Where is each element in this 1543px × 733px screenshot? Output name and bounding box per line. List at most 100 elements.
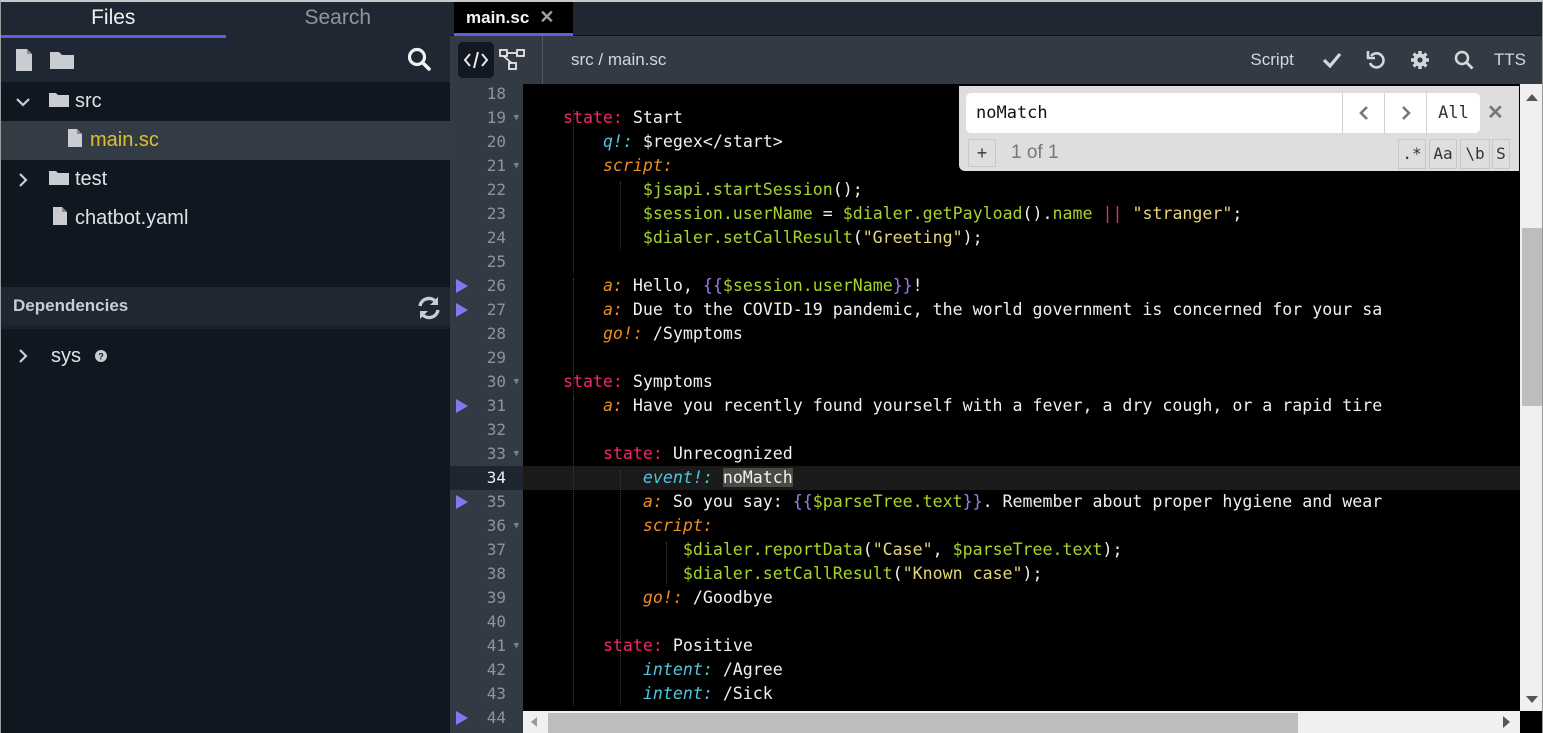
scroll-up-arrow-icon[interactable]: [1526, 94, 1538, 101]
script-mode-button[interactable]: Script: [1250, 50, 1293, 70]
fold-toggle-icon[interactable]: ▼: [514, 154, 519, 178]
code-token: a:: [602, 300, 623, 319]
dependency-item-sys[interactable]: sys ?: [1, 336, 450, 376]
line-number-text: 30: [486, 372, 506, 391]
refresh-icon[interactable]: [416, 295, 442, 326]
graph-view-button[interactable]: [494, 42, 530, 78]
case-sensitive-option[interactable]: Aa: [1429, 139, 1457, 169]
regex-option[interactable]: .*: [1398, 139, 1426, 169]
line-number-gutter: 18 19 ▼ 20 21 ▼ 22 23 24 25 26 27 28 29 30 ▼ 31 32 33 ▼ 34 35…: [450, 84, 523, 733]
tab-files[interactable]: Files: [1, 2, 226, 38]
code-token: $regex</start>: [632, 132, 783, 151]
fold-toggle-icon[interactable]: ▼: [514, 442, 519, 466]
code-line: state: Unrecognized: [523, 442, 1520, 466]
tree-item-src[interactable]: src: [1, 82, 450, 121]
toggle-replace-button[interactable]: +: [968, 139, 996, 167]
file-tree: src main.sc test chatbot.yaml: [1, 82, 450, 238]
search-icon[interactable]: [1442, 36, 1486, 84]
play-icon[interactable]: [456, 303, 468, 317]
code-token: Due to the COVID-19 pandemic, the world …: [622, 300, 1383, 319]
play-icon[interactable]: [456, 711, 468, 725]
toolbar-divider: [542, 36, 543, 84]
fold-toggle-icon[interactable]: ▼: [514, 514, 519, 538]
find-input[interactable]: [966, 93, 1342, 133]
code-line: state: Positive: [523, 634, 1520, 658]
tree-item-main-sc[interactable]: main.sc: [1, 121, 450, 160]
code-token: $dialer.reportData: [682, 540, 863, 559]
scroll-left-arrow-icon[interactable]: [531, 717, 537, 727]
find-all-button[interactable]: All: [1426, 93, 1480, 133]
gear-icon[interactable]: [1398, 36, 1442, 84]
close-find-icon[interactable]: ✕: [1487, 100, 1504, 125]
scrollbar-corner: [1520, 711, 1542, 733]
tts-button[interactable]: TTS: [1494, 50, 1526, 70]
code-token: (: [892, 564, 903, 583]
editor-area: main.sc ✕ src / main.sc Script TTS 18 19…: [450, 2, 1542, 733]
line-number: 31: [450, 394, 523, 418]
code-token: ().: [1022, 204, 1053, 223]
close-tab-icon[interactable]: ✕: [539, 7, 554, 28]
scroll-down-arrow-icon[interactable]: [1526, 696, 1538, 703]
line-number-text: 33: [486, 444, 506, 463]
whole-word-option[interactable]: \b: [1460, 139, 1490, 169]
code-token: "stranger": [1132, 204, 1233, 223]
code-line: go!: /Symptoms: [523, 322, 1520, 346]
code-view-button[interactable]: [458, 42, 494, 78]
new-file-icon[interactable]: [11, 47, 37, 73]
code-token: $dialer.setCallResult: [682, 564, 893, 583]
code-token: {{: [792, 492, 813, 511]
search-icon[interactable]: [406, 46, 432, 72]
line-number-text: 35: [486, 492, 506, 511]
tree-item-chatbot-yaml[interactable]: chatbot.yaml: [1, 199, 450, 238]
code-token: !: [912, 276, 923, 295]
editor-actions: Script TTS: [1250, 36, 1526, 84]
tree-item-label: test: [75, 168, 108, 190]
chevron-right-icon[interactable]: [12, 169, 34, 191]
question-circle-icon[interactable]: ?: [95, 350, 107, 362]
find-previous-button[interactable]: [1342, 93, 1384, 133]
play-icon[interactable]: [456, 495, 468, 509]
fold-toggle-icon[interactable]: ▼: [514, 634, 519, 658]
line-number-text: 23: [486, 204, 506, 223]
horizontal-scroll-thumb[interactable]: [548, 713, 1298, 733]
chevron-down-icon[interactable]: [12, 91, 34, 113]
chevron-right-icon[interactable]: [12, 345, 34, 367]
line-number-text: 21: [486, 156, 506, 175]
vertical-scrollbar[interactable]: [1520, 84, 1542, 711]
play-icon[interactable]: [456, 279, 468, 293]
tab-search[interactable]: Search: [226, 2, 451, 38]
check-icon[interactable]: [1310, 36, 1354, 84]
line-number-text: 34: [486, 468, 506, 487]
tree-item-test[interactable]: test: [1, 160, 450, 199]
line-number: 33 ▼: [450, 442, 523, 466]
horizontal-scrollbar[interactable]: [523, 711, 1520, 733]
code-token: }}: [892, 276, 913, 295]
code-line: event!: noMatch: [523, 466, 1520, 490]
code-token: (: [852, 228, 863, 247]
code-token: {{: [702, 276, 723, 295]
line-number: 20: [450, 130, 523, 154]
code-editor[interactable]: state: Start q!: $regex</start> script: …: [523, 84, 1520, 711]
scroll-right-arrow-icon[interactable]: [1503, 716, 1510, 728]
fold-toggle-icon[interactable]: ▼: [514, 106, 519, 130]
line-number: 37: [450, 538, 523, 562]
vertical-scroll-thumb[interactable]: [1522, 228, 1542, 406]
fold-toggle-icon[interactable]: ▼: [514, 370, 519, 394]
undo-icon[interactable]: [1354, 36, 1398, 84]
code-token: $jsapi.startSession: [642, 180, 833, 199]
code-token: );: [962, 228, 983, 247]
new-folder-icon[interactable]: [49, 47, 75, 73]
code-token: ;: [1232, 204, 1243, 223]
find-next-button[interactable]: [1384, 93, 1426, 133]
search-in-selection-option[interactable]: S: [1492, 139, 1510, 169]
play-icon[interactable]: [456, 399, 468, 413]
file-tab-main-sc[interactable]: main.sc ✕: [454, 2, 573, 36]
code-token: q!:: [602, 132, 633, 151]
code-token: (: [862, 540, 873, 559]
indent-guide: [573, 398, 574, 706]
line-number-text: 29: [486, 348, 506, 367]
